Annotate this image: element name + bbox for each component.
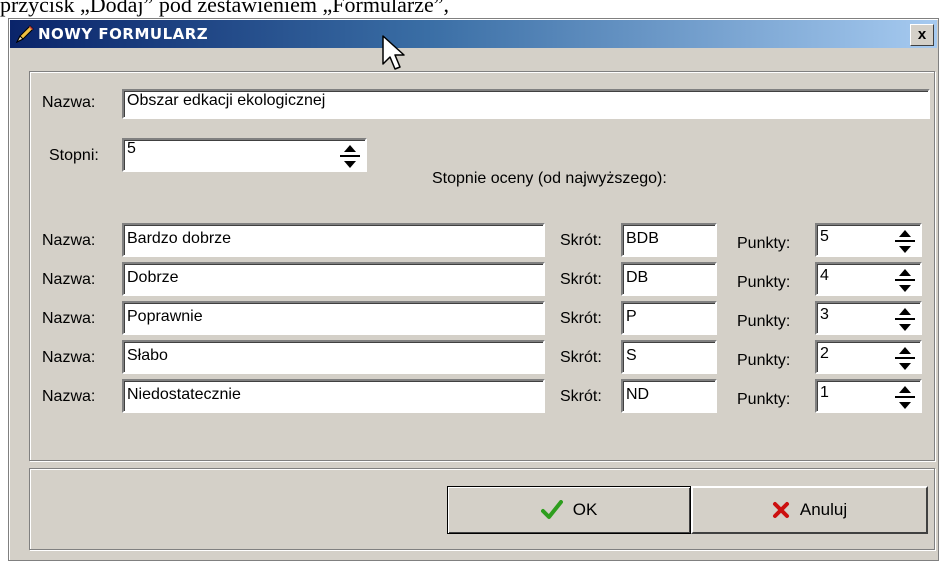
form-name-label: Nazwa: (42, 94, 96, 111)
grade-abbr-input[interactable]: S (621, 340, 717, 374)
grade-points-spinner[interactable] (895, 226, 915, 254)
grade-points-label: Punkty: (737, 235, 791, 252)
spin-up-icon[interactable] (895, 304, 915, 318)
grade-abbr-input[interactable]: BDB (621, 223, 717, 257)
grade-name-label: Nazwa: (42, 310, 96, 327)
grade-name-input[interactable]: Poprawnie (122, 301, 545, 335)
spin-down-icon[interactable] (895, 242, 915, 256)
grade-abbr-label: Skrót: (560, 310, 602, 327)
close-button[interactable]: x (910, 24, 934, 46)
grades-heading: Stopnie oceny (od najwyższego): (432, 170, 667, 187)
grade-name-input[interactable]: Dobrze (122, 262, 545, 296)
ok-button[interactable]: OK (447, 486, 691, 534)
spin-down-icon[interactable] (895, 398, 915, 412)
window-title: NOWY FORMULARZ (38, 25, 209, 43)
pencil-icon (15, 25, 34, 44)
grade-points-label: Punkty: (737, 313, 791, 330)
grade-points-spinner[interactable] (895, 304, 915, 332)
grade-name-input[interactable]: Niedostatecznie (122, 379, 545, 413)
spin-up-icon[interactable] (895, 226, 915, 240)
grade-points-spinner[interactable] (895, 343, 915, 371)
new-form-dialog: NOWY FORMULARZ x Nazwa: Obszar edkacji e… (8, 18, 939, 561)
cancel-button[interactable]: Anuluj (691, 486, 928, 534)
grade-abbr-input[interactable]: DB (621, 262, 717, 296)
grade-name-label: Nazwa: (42, 388, 96, 405)
document-text-above: przycisk „Dodaj” pod zestawieniem „Formu… (0, 0, 449, 17)
checkmark-icon (540, 500, 563, 519)
cancel-label: Anuluj (799, 500, 848, 519)
spin-down-icon[interactable] (340, 157, 360, 171)
grade-name-label: Nazwa: (42, 349, 96, 366)
grade-name-input[interactable]: Słabo (122, 340, 545, 374)
grade-abbr-input[interactable]: ND (621, 379, 717, 413)
cancel-x-icon (772, 502, 789, 518)
spin-up-icon[interactable] (895, 343, 915, 357)
grade-points-spinner[interactable] (895, 382, 915, 410)
spin-up-icon[interactable] (895, 265, 915, 279)
form-name-input[interactable]: Obszar edkacji ekologicznej (122, 89, 930, 119)
grade-abbr-label: Skrót: (560, 388, 602, 405)
spin-down-icon[interactable] (895, 359, 915, 373)
grade-name-label: Nazwa: (42, 271, 96, 288)
grade-points-label: Punkty: (737, 391, 791, 408)
spin-down-icon[interactable] (895, 281, 915, 295)
grade-name-label: Nazwa: (42, 232, 96, 249)
spin-up-icon[interactable] (340, 141, 360, 155)
grade-abbr-label: Skrót: (560, 349, 602, 366)
grade-points-spinner[interactable] (895, 265, 915, 293)
grade-abbr-label: Skrót: (560, 271, 602, 288)
spin-down-icon[interactable] (895, 320, 915, 334)
degrees-spinner[interactable] (340, 141, 360, 169)
degrees-label: Stopni: (49, 147, 99, 164)
mouse-cursor-icon (382, 35, 405, 70)
grade-abbr-label: Skrót: (560, 232, 602, 249)
title-bar[interactable]: NOWY FORMULARZ x (10, 20, 937, 48)
spin-up-icon[interactable] (895, 382, 915, 396)
ok-label: OK (572, 500, 598, 519)
grade-points-label: Punkty: (737, 352, 791, 369)
grade-abbr-input[interactable]: P (621, 301, 717, 335)
degrees-input[interactable]: 5 (122, 138, 367, 172)
grade-name-input[interactable]: Bardzo dobrze (122, 223, 545, 257)
grade-points-label: Punkty: (737, 274, 791, 291)
